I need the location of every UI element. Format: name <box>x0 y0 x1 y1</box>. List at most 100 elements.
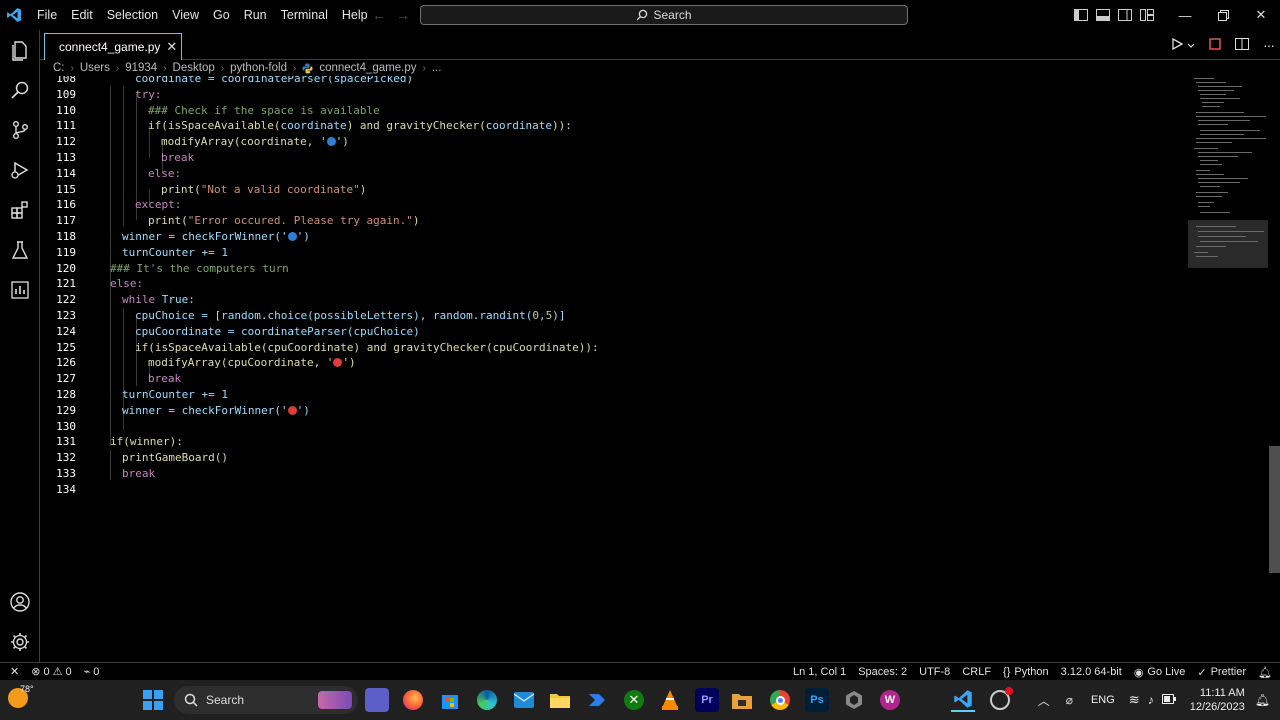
code-token: , <box>538 309 546 322</box>
edge-icon[interactable] <box>475 688 499 712</box>
problems-indicator[interactable]: ⊗ 0 ⚠ 0 <box>31 665 71 679</box>
python-interpreter[interactable]: 3.12.0 64-bit <box>1061 666 1122 678</box>
toggle-panel-icon[interactable] <box>1092 0 1114 30</box>
chevron-right-icon: › <box>163 62 167 74</box>
battery-icon[interactable] <box>1161 693 1176 707</box>
code-text: break <box>161 151 195 164</box>
network-offline-icon[interactable]: ⌀ <box>1066 693 1073 707</box>
run-dropdown-chevron-icon[interactable] <box>1187 38 1195 52</box>
minimap[interactable] <box>1188 76 1270 662</box>
vscode-taskbar-icon[interactable] <box>951 688 975 712</box>
search-view-icon[interactable] <box>8 78 32 102</box>
notification-center-icon[interactable]: 🔔︎ <box>1255 693 1270 707</box>
vertical-scrollbar[interactable] <box>1269 446 1280 573</box>
weather-widget[interactable]: 78° <box>8 684 34 708</box>
file-explorer-icon[interactable] <box>548 688 572 712</box>
remote-indicator-icon[interactable]: ✕ <box>10 665 19 678</box>
status-bar: ✕ ⊗ 0 ⚠ 0 ⌁ 0 Ln 1, Col 1 Spaces: 2 UTF-8 C… <box>0 662 1280 680</box>
forward-arrow-icon[interactable]: → <box>396 7 410 23</box>
testing-flask-icon[interactable] <box>8 238 32 262</box>
line-number: 119 <box>56 245 76 259</box>
breadcrumb-drive[interactable]: C: <box>53 62 65 74</box>
clock[interactable]: 11:11 AM 12/26/2023 <box>1190 686 1245 714</box>
run-python-file-icon[interactable] <box>1171 37 1184 53</box>
line-number: 126 <box>56 356 76 370</box>
breadcrumb-folder[interactable]: python-fold <box>230 62 287 74</box>
chevron-up-icon[interactable]: ︿ <box>1038 692 1050 709</box>
close-window-button[interactable]: ✕ <box>1242 0 1280 30</box>
go-live-label: Go Live <box>1147 666 1186 678</box>
menu-help[interactable]: Help <box>335 0 375 30</box>
split-editor-icon[interactable] <box>1235 37 1249 53</box>
breadcrumb-symbol[interactable]: ... <box>432 62 442 74</box>
code-line: 131 if(winner): <box>40 434 1188 450</box>
end-of-line[interactable]: CRLF <box>962 666 991 678</box>
indentation[interactable]: Spaces: 2 <box>858 666 907 678</box>
restore-button[interactable] <box>1204 0 1242 30</box>
wifi-icon[interactable]: ≋ <box>1129 692 1140 708</box>
minimize-button[interactable]: — <box>1166 0 1204 30</box>
editor-actions: ··· <box>1171 30 1275 60</box>
back-arrow-icon[interactable]: ← <box>372 7 386 23</box>
chevron-right-icon: › <box>292 62 297 74</box>
prettier-button[interactable]: ✓ Prettier <box>1197 666 1246 679</box>
menu-file[interactable]: File <box>30 0 64 30</box>
taskbar-search[interactable]: Search <box>174 686 358 714</box>
photoshop-icon[interactable]: Ps <box>805 688 829 712</box>
obs-recording-icon[interactable] <box>988 687 1013 712</box>
menu-selection[interactable]: Selection <box>100 0 165 30</box>
breadcrumb: C: › Users › 91934 › Desktop › python-fo… <box>40 60 1280 76</box>
menu-view[interactable]: View <box>165 0 206 30</box>
mail-icon[interactable] <box>512 688 536 712</box>
go-live-button[interactable]: ◉ Go Live <box>1134 666 1186 679</box>
run-debug-icon[interactable] <box>8 158 32 182</box>
error-icon: ⊗ <box>31 666 41 678</box>
cursor-position[interactable]: Ln 1, Col 1 <box>793 666 846 678</box>
language-mode[interactable]: {} Python <box>1003 666 1049 678</box>
menu-terminal[interactable]: Terminal <box>274 0 335 30</box>
customize-layout-icon[interactable] <box>1136 0 1158 30</box>
tab-connect4-game[interactable]: connect4_game.py ✕ <box>44 33 182 60</box>
unity-hub-icon[interactable] <box>842 688 866 712</box>
power-automate-icon[interactable] <box>585 688 609 712</box>
language-indicator[interactable]: ENG <box>1091 694 1115 706</box>
breadcrumb-users[interactable]: Users <box>80 62 110 74</box>
code-line: 118 winner = checkForWinner(' ') <box>40 229 1188 245</box>
notifications-bell-icon[interactable]: 🔔︎ <box>1258 666 1272 679</box>
xbox-icon[interactable]: ✕ <box>622 688 646 712</box>
toggle-secondary-sidebar-icon[interactable] <box>1114 0 1136 30</box>
volume-icon[interactable]: ♪ <box>1148 693 1154 707</box>
charts-icon[interactable] <box>8 278 32 302</box>
code-editor[interactable]: 108 coordinate = coordinateParser(spacePi… <box>40 76 1188 662</box>
ports-indicator[interactable]: ⌁ 0 <box>84 665 100 679</box>
breadcrumb-desktop[interactable]: Desktop <box>173 62 215 74</box>
extensions-icon[interactable] <box>8 198 32 222</box>
manage-gear-icon[interactable] <box>8 630 32 654</box>
files-app-icon[interactable] <box>730 688 754 712</box>
toggle-primary-sidebar-icon[interactable] <box>1070 0 1092 30</box>
code-text: break <box>122 467 156 480</box>
teams-chat-icon[interactable] <box>365 688 389 712</box>
encoding[interactable]: UTF-8 <box>919 666 950 678</box>
premiere-pro-icon[interactable]: Pr <box>695 688 719 712</box>
breadcrumb-file[interactable]: connect4_game.py <box>319 62 416 74</box>
breadcrumb-user[interactable]: 91934 <box>125 62 157 74</box>
minimap-viewport-slider[interactable] <box>1188 220 1268 268</box>
start-windows-icon[interactable] <box>141 688 165 712</box>
firefox-icon[interactable] <box>401 688 425 712</box>
chrome-icon[interactable] <box>768 688 792 712</box>
explorer-icon[interactable] <box>8 38 32 62</box>
vlc-icon[interactable] <box>658 688 682 712</box>
menu-edit[interactable]: Edit <box>64 0 100 30</box>
stop-icon[interactable] <box>1209 37 1221 53</box>
wps-office-icon[interactable]: W <box>878 688 902 712</box>
menu-run[interactable]: Run <box>237 0 274 30</box>
accounts-icon[interactable] <box>8 590 32 614</box>
source-control-icon[interactable] <box>8 118 32 142</box>
command-center-search[interactable]: Search <box>420 5 908 25</box>
editor-tab-bar: connect4_game.py ✕ ··· <box>40 30 1280 60</box>
more-actions-icon[interactable]: ··· <box>1263 37 1275 53</box>
close-tab-icon[interactable]: ✕ <box>166 39 177 55</box>
microsoft-store-icon[interactable] <box>438 688 462 712</box>
menu-go[interactable]: Go <box>206 0 237 30</box>
